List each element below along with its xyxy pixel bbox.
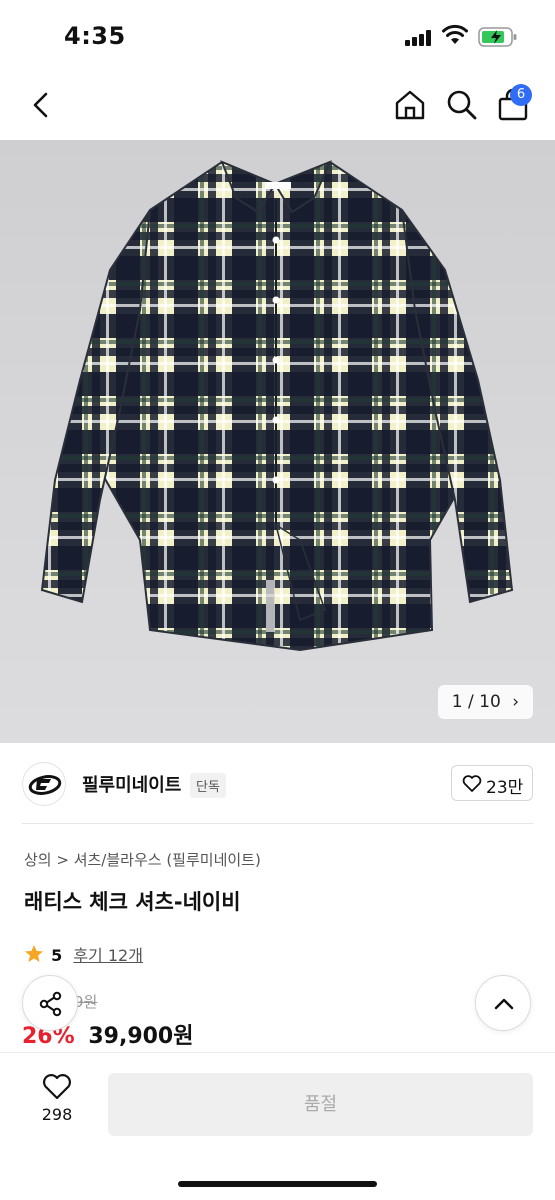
exclusive-badge: 단독 <box>190 773 226 798</box>
top-nav: 6 <box>0 74 555 140</box>
brand-logo-mark <box>28 775 62 795</box>
home-icon[interactable] <box>393 88 427 122</box>
heart-icon <box>462 775 482 792</box>
wifi-icon <box>442 24 468 44</box>
star-icon <box>25 945 43 962</box>
share-icon <box>39 991 62 1017</box>
heart-icon <box>43 1074 71 1100</box>
bottom-action-bar: 298 품절 <box>0 1052 555 1200</box>
divider <box>22 823 533 824</box>
scroll-top-button[interactable] <box>475 975 531 1031</box>
brand-like-count: 23만 <box>486 778 524 798</box>
chevron-right-icon: › <box>512 692 519 712</box>
home-indicator <box>178 1181 377 1187</box>
brand-name[interactable]: 필루미네이트 <box>82 771 181 797</box>
rating-score: 5 <box>51 946 63 965</box>
battery-icon <box>478 27 517 47</box>
product-title: 래티스 체크 셔츠-네이비 <box>24 890 241 914</box>
status-time: 4:35 <box>64 22 126 50</box>
share-button[interactable] <box>22 975 78 1031</box>
back-arrow-icon[interactable] <box>26 88 56 122</box>
image-counter[interactable]: 1 / 10 › <box>437 685 533 719</box>
image-counter-text: 1 / 10 <box>451 692 501 712</box>
brand-logo[interactable] <box>22 762 66 806</box>
status-bar: 4:35 <box>0 0 555 74</box>
review-link[interactable]: 후기 12개 <box>73 946 143 965</box>
signal-icon <box>405 30 435 46</box>
rating-row: 5 후기 12개 <box>24 942 143 966</box>
chevron-up-icon <box>494 998 514 1010</box>
breadcrumb[interactable]: 상의 > 셔츠/블라우스 (필루미네이트) <box>24 849 261 870</box>
search-icon[interactable] <box>445 88 479 122</box>
brand-like-button[interactable]: 23만 <box>451 765 533 801</box>
product-photo <box>40 160 514 652</box>
sold-out-button[interactable]: 품절 <box>108 1073 533 1136</box>
product-image-gallery[interactable]: 1 / 10 › <box>0 140 555 743</box>
sale-price: 39,900원 <box>88 1024 194 1049</box>
brand-row: 필루미네이트 단독 23만 <box>0 743 555 825</box>
wishlist-button[interactable]: 298 <box>30 1073 84 1133</box>
wishlist-count: 298 <box>41 1105 73 1124</box>
cart-count-badge: 6 <box>510 84 532 106</box>
